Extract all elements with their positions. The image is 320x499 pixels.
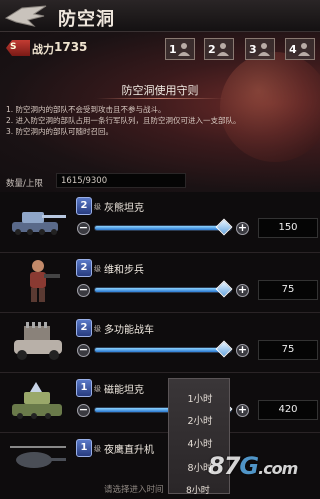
magnetic-tank-icon [12, 382, 62, 419]
person-icon [178, 43, 190, 56]
selected-time[interactable]: 8小时 [186, 483, 210, 496]
level-suffix: 级 [94, 325, 101, 333]
level-suffix: 级 [94, 445, 101, 453]
unit-row-grizzly-tank: 2 级 灰熊坦克 − + 150 [0, 192, 320, 252]
quantity-slider[interactable] [94, 340, 233, 358]
level-suffix: 级 [94, 385, 101, 393]
increase-button[interactable]: + [236, 344, 249, 357]
quantity-field[interactable]: 150 [258, 218, 318, 238]
slider-fill [95, 226, 225, 230]
power-badge-icon: S [6, 40, 30, 56]
power-value: 1735 [54, 40, 88, 54]
banner: S 战力 1735 1 2 3 4 防空洞使用守则 1. 防空洞内的部队不会受到… [0, 32, 320, 192]
decrease-button[interactable]: − [77, 222, 90, 235]
dropdown-option-1h[interactable]: 1小时 [169, 391, 231, 405]
eagle-logo-icon[interactable] [4, 4, 48, 28]
person-icon [258, 43, 270, 56]
level-suffix: 级 [94, 203, 101, 211]
quantity-field[interactable]: 420 [258, 400, 318, 420]
slider-handle[interactable] [215, 280, 233, 298]
slider-handle[interactable] [215, 340, 233, 358]
divider [0, 252, 320, 253]
slider-fill [95, 288, 225, 292]
divider [0, 372, 320, 373]
rule-item: 3. 防空洞内的部队可随时召回。 [6, 127, 114, 136]
unit-row-magnetic-tank: 1 级 磁能坦克 − + 420 [0, 374, 320, 434]
site-watermark: 87G.com [208, 452, 298, 480]
top-bar: 防空洞 [0, 0, 320, 32]
unit-name: 维和步兵 [104, 265, 144, 276]
level-badge: 2 [76, 259, 92, 277]
level-badge: 2 [76, 319, 92, 337]
count-label: 数量/上限 [6, 179, 43, 189]
queue-slot-2[interactable]: 2 [204, 38, 234, 60]
nighthawk-helicopter-icon [10, 446, 66, 468]
level-badge: 1 [76, 379, 92, 397]
quantity-slider[interactable] [94, 280, 233, 298]
increase-button[interactable]: + [236, 222, 249, 235]
count-value: 1615/9300 [56, 173, 186, 188]
power-label: 战力 [32, 43, 54, 56]
level-badge: 1 [76, 439, 92, 457]
queue-slot-3[interactable]: 3 [245, 38, 275, 60]
unit-row-peacekeeper: 2 级 维和步兵 − + 75 [0, 254, 320, 314]
level-suffix: 级 [94, 265, 101, 273]
quantity-field[interactable]: 75 [258, 280, 318, 300]
increase-button[interactable]: + [236, 404, 249, 417]
decrease-button[interactable]: − [77, 404, 90, 417]
quantity-field[interactable]: 75 [258, 340, 318, 360]
decrease-button[interactable]: − [77, 344, 90, 357]
rules-divider [96, 98, 224, 99]
dropdown-option-4h[interactable]: 4小时 [169, 436, 231, 450]
increase-button[interactable]: + [236, 284, 249, 297]
person-icon [217, 43, 229, 56]
queue-slot-1[interactable]: 1 [165, 38, 195, 60]
person-icon [298, 43, 310, 56]
rules-title: 防空洞使用守则 [121, 84, 199, 97]
decrease-button[interactable]: − [77, 284, 90, 297]
time-prompt: 请选择进入时间 [104, 485, 164, 495]
divider [0, 312, 320, 313]
rule-item: 2. 进入防空洞的部队占用一条行军队列，且防空洞仅可进入一支部队。 [6, 116, 241, 125]
level-badge: 2 [76, 197, 92, 215]
multi-function-vehicle-icon [14, 322, 62, 360]
grizzly-tank-icon [12, 212, 66, 235]
quantity-slider[interactable] [94, 218, 233, 236]
slider-handle[interactable] [215, 218, 233, 236]
unit-name: 夜鹰直升机 [104, 445, 154, 456]
unit-name: 灰熊坦克 [104, 203, 144, 214]
unit-row-multi-vehicle: 2 级 多功能战车 − + 75 [0, 314, 320, 374]
unit-name: 多功能战车 [104, 325, 154, 336]
page-title: 防空洞 [58, 9, 115, 30]
planet-decoration [220, 52, 320, 162]
dropdown-option-2h[interactable]: 2小时 [169, 413, 231, 427]
rule-item: 1. 防空洞内的部队不会受到攻击且不参与战斗。 [6, 105, 166, 114]
slider-fill [95, 348, 225, 352]
unit-name: 磁能坦克 [104, 385, 144, 396]
divider [0, 432, 320, 433]
queue-slot-4[interactable]: 4 [285, 38, 315, 60]
peacekeeper-infantry-icon [30, 260, 60, 302]
